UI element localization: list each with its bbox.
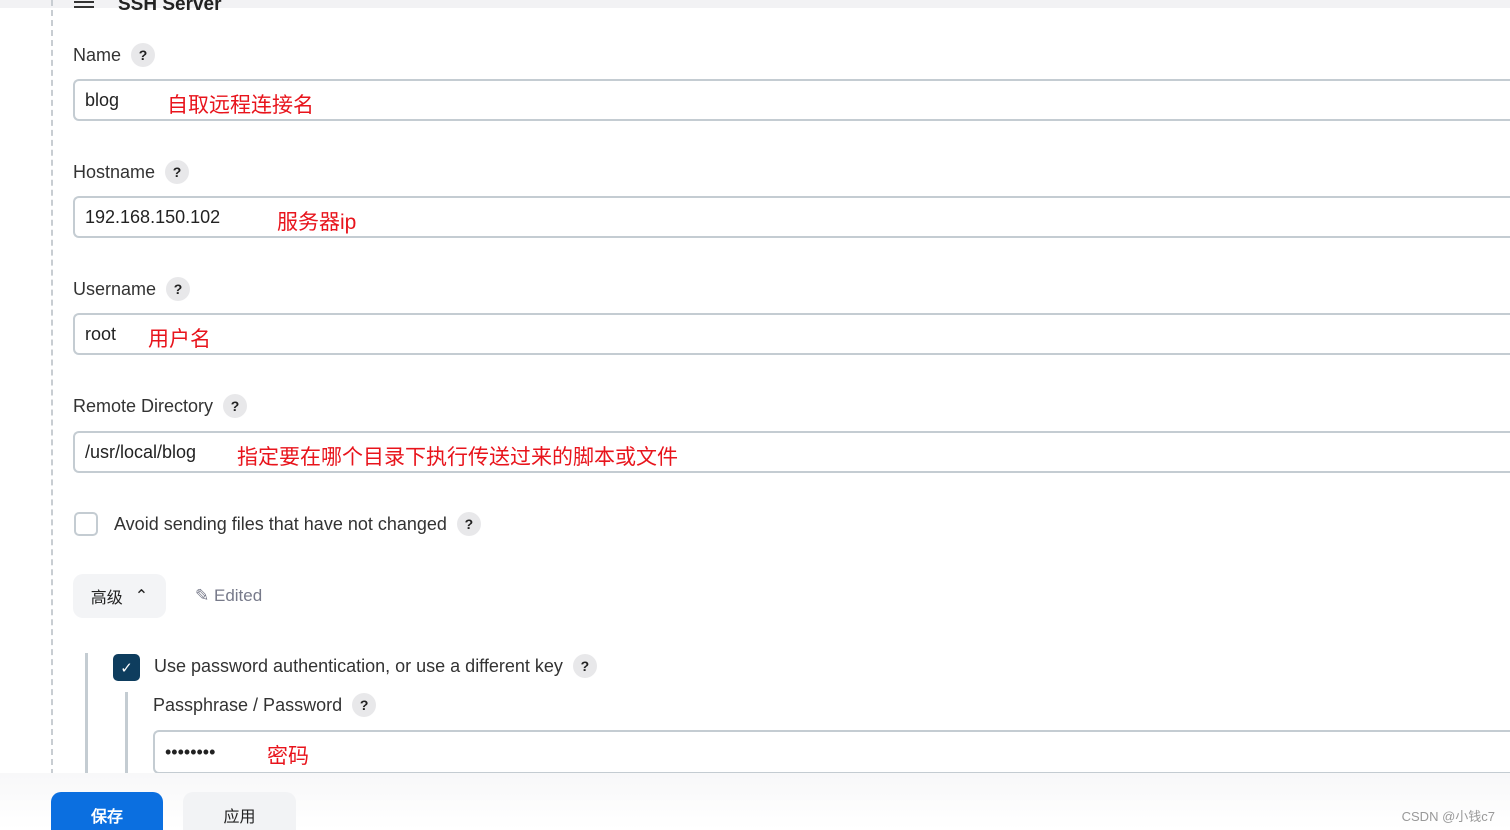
annotation: 指定要在哪个目录下执行传送过来的脚本或文件	[237, 446, 678, 469]
input-value: blog	[85, 89, 120, 110]
input-value: /usr/local/blog	[85, 441, 197, 462]
section-divider	[51, 0, 53, 775]
label-text: Use password authentication, or use a di…	[154, 655, 563, 676]
password-group-line	[125, 692, 128, 775]
apply-button[interactable]: 应用	[183, 792, 296, 830]
hostname-input[interactable]: 192.168.150.102 服务器ip	[73, 196, 1510, 238]
label-text: Remote Directory	[73, 395, 214, 416]
save-button[interactable]: 保存	[51, 792, 163, 830]
avoid-sending-label: Avoid sending files that have not change…	[114, 512, 481, 536]
pencil-icon: ✎	[195, 586, 210, 605]
annotation: 用户名	[148, 328, 211, 351]
drag-handle-icon[interactable]	[74, 0, 94, 11]
help-icon[interactable]: ?	[131, 43, 156, 67]
username-input[interactable]: root 用户名	[73, 313, 1510, 355]
name-input[interactable]: blog 自取远程连接名	[73, 79, 1510, 121]
check-icon: ✓	[120, 659, 133, 677]
label-text: Name	[73, 44, 122, 65]
remote-directory-label: Remote Directory?	[73, 394, 248, 418]
help-icon[interactable]: ?	[165, 160, 190, 184]
help-icon[interactable]: ?	[572, 654, 597, 678]
hostname-label: Hostname?	[73, 160, 190, 184]
chevron-up-icon: ⌃	[134, 588, 149, 605]
avoid-sending-checkbox[interactable]	[74, 512, 98, 536]
input-value: ••••••••	[165, 741, 216, 762]
username-label: Username?	[73, 277, 191, 301]
label-text: Avoid sending files that have not change…	[114, 513, 447, 534]
name-label: Name?	[73, 43, 156, 67]
remote-directory-input[interactable]: /usr/local/blog 指定要在哪个目录下执行传送过来的脚本或文件	[73, 431, 1510, 473]
advanced-group-line	[85, 653, 88, 775]
advanced-button[interactable]: 高级 ⌃	[73, 574, 166, 618]
use-password-checkbox[interactable]: ✓	[113, 654, 140, 681]
section-header: SSH Server	[74, 0, 222, 16]
help-icon[interactable]: ?	[456, 512, 481, 536]
input-value: 192.168.150.102	[85, 206, 221, 227]
annotation: 自取远程连接名	[167, 94, 314, 117]
edited-text: Edited	[213, 586, 263, 605]
input-value: root	[85, 323, 117, 344]
edited-indicator: ✎ Edited	[195, 586, 262, 606]
help-icon[interactable]: ?	[352, 693, 377, 717]
annotation: 密码	[267, 745, 309, 768]
label-text: Hostname	[73, 161, 156, 182]
watermark: CSDN @小钱c7	[1401, 809, 1495, 824]
advanced-label: 高级	[90, 590, 123, 607]
label-text: Username	[73, 278, 157, 299]
password-input[interactable]: •••••••• 密码	[153, 730, 1510, 774]
passphrase-label: Passphrase / Password?	[153, 693, 377, 717]
help-icon[interactable]: ?	[166, 277, 191, 301]
help-icon[interactable]: ?	[223, 394, 248, 418]
top-bar	[0, 0, 1510, 8]
section-title: SSH Server	[118, 0, 222, 15]
label-text: Passphrase / Password	[153, 694, 343, 715]
annotation: 服务器ip	[277, 211, 357, 234]
use-password-label: Use password authentication, or use a di…	[154, 654, 597, 678]
